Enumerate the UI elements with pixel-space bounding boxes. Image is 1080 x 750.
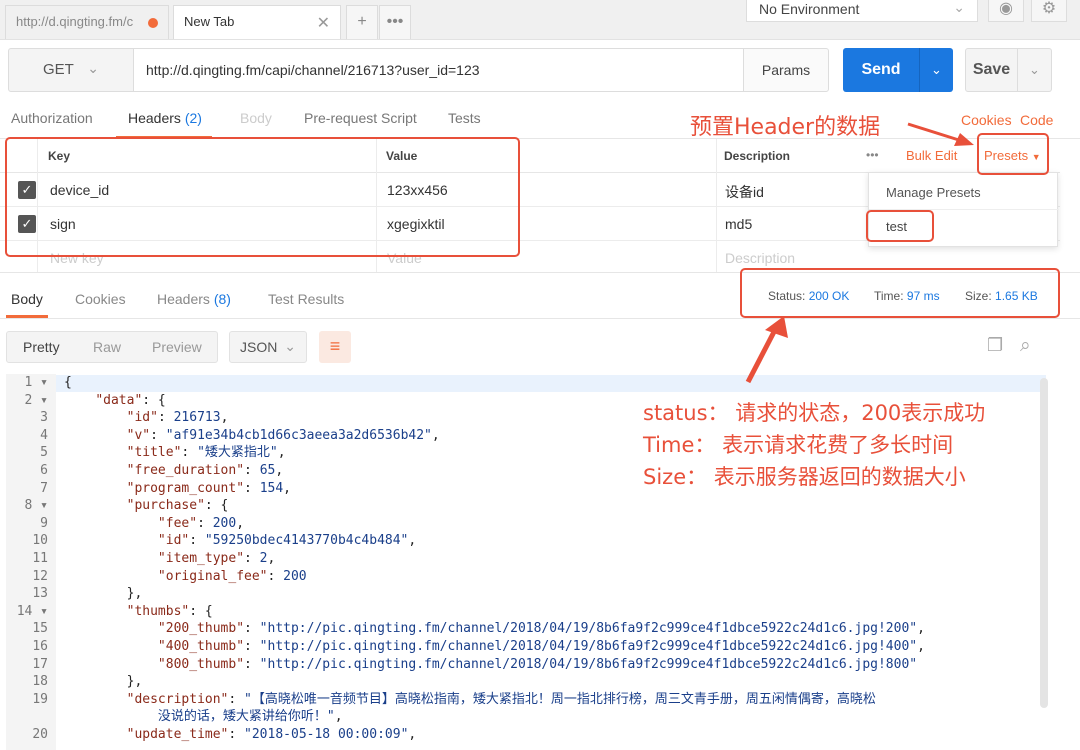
annotation-arrows: [745, 122, 974, 384]
arrow-to-status-icon: [745, 316, 788, 384]
arrow-to-presets-icon: [907, 122, 974, 146]
